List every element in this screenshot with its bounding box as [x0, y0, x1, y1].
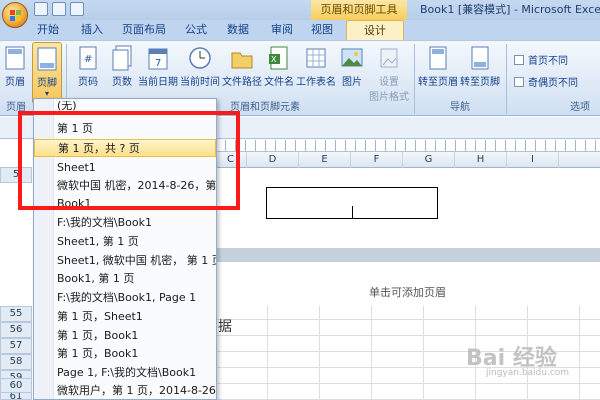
picture-button[interactable]: 图片: [336, 42, 368, 98]
menu-item[interactable]: 第 1 页，Book1: [34, 327, 216, 345]
menu-item[interactable]: F:\我的文档\Book1, Page 1: [34, 289, 216, 307]
menu-item[interactable]: 微软用户，第 1 页，2014-8-26: [34, 382, 216, 400]
sheet-name-button[interactable]: 工作表名: [296, 42, 336, 98]
row-header[interactable]: 57: [0, 338, 32, 354]
menu-item[interactable]: 第 1 页，Book1: [34, 345, 216, 363]
goto-footer-button[interactable]: 转至页脚: [460, 42, 500, 98]
group-label-navigation: 导航: [450, 102, 470, 113]
footer-icon: [37, 47, 57, 71]
group-label-options: 选项: [570, 102, 590, 113]
svg-text:X: X: [271, 55, 277, 64]
column-header[interactable]: F: [351, 152, 403, 168]
window-title: Book1 [兼容模式] - Microsoft Excel: [420, 3, 600, 16]
add-header-hint[interactable]: 单击可添加页眉: [215, 284, 600, 300]
save-icon[interactable]: [34, 2, 48, 16]
first-page-different-checkbox[interactable]: 首页不同: [514, 52, 596, 67]
folder-icon: [231, 52, 253, 69]
current-time-button[interactable]: 当前时间: [180, 42, 220, 98]
column-header[interactable]: E: [299, 152, 351, 168]
sheet-icon: [306, 48, 326, 68]
group-separator: [414, 44, 415, 114]
column-header[interactable]: I: [507, 152, 559, 168]
cell-text: 据: [218, 319, 232, 335]
red-highlight-frame: [18, 111, 240, 210]
header-button[interactable]: 页眉: [0, 42, 30, 98]
row-header[interactable]: 56: [0, 322, 32, 338]
page-count-button[interactable]: 页数: [106, 42, 138, 98]
baidu-watermark-url: jingyan.baidu.com: [486, 368, 570, 378]
tab-view[interactable]: 视图: [302, 20, 342, 40]
column-header[interactable]: G: [403, 152, 455, 168]
menu-item[interactable]: Sheet1, 微软中国 机密， 第 1 页: [34, 252, 216, 270]
format-picture-button[interactable]: 设置 图片格式: [368, 42, 410, 103]
horizontal-ruler: [215, 140, 600, 152]
tab-data[interactable]: 数据: [218, 20, 258, 40]
tab-design[interactable]: 设计: [346, 20, 404, 40]
tab-formulas[interactable]: 公式: [176, 20, 216, 40]
odd-even-different-checkbox[interactable]: 奇偶页不同: [514, 74, 596, 89]
office-button[interactable]: [2, 2, 28, 28]
menu-item[interactable]: 第 1 页，Sheet1: [34, 308, 216, 326]
goto-header-icon: [429, 46, 447, 70]
row-header[interactable]: 55: [0, 306, 32, 322]
office-logo-icon: [10, 10, 21, 21]
menu-item[interactable]: Page 1, F:\我的文档\Book1: [34, 364, 216, 382]
file-path-button[interactable]: 文件路径: [222, 42, 262, 98]
current-date-button[interactable]: 7 当前日期: [138, 42, 178, 98]
text-cursor: [352, 206, 353, 218]
redo-icon[interactable]: [70, 2, 84, 16]
checkbox-box[interactable]: [514, 77, 524, 87]
tab-page-layout[interactable]: 页面布局: [114, 20, 174, 40]
tab-insert[interactable]: 插入: [72, 20, 112, 40]
row-header[interactable]: 61: [0, 392, 32, 400]
column-header[interactable]: H: [455, 152, 507, 168]
svg-text:7: 7: [155, 58, 161, 69]
column-header[interactable]: D: [247, 152, 299, 168]
format-picture-icon: [380, 48, 398, 68]
footer-button[interactable]: 页脚 ▾: [32, 42, 62, 104]
goto-footer-icon: [471, 46, 489, 70]
tab-home[interactable]: 开始: [28, 20, 68, 40]
goto-header-button[interactable]: 转至页眉: [418, 42, 458, 98]
contextual-tab-group-title: 页眉和页脚工具: [311, 0, 407, 20]
file-name-button[interactable]: X 文件名: [262, 42, 296, 98]
menu-item[interactable]: Book1, 第 1 页: [34, 270, 216, 288]
header-icon: [5, 46, 25, 70]
dropdown-arrow-icon: ▾: [44, 89, 49, 98]
page-number-icon: #: [79, 46, 97, 70]
picture-icon: [341, 48, 363, 67]
checkbox-box[interactable]: [514, 55, 524, 65]
page-number-button[interactable]: # 页码: [72, 42, 104, 98]
group-separator: [506, 44, 507, 114]
undo-icon[interactable]: [52, 2, 66, 16]
row-header[interactable]: 58: [0, 354, 32, 370]
clock-icon: [189, 47, 211, 69]
tab-review[interactable]: 审阅: [262, 20, 302, 40]
menu-item[interactable]: F:\我的文档\Book1: [34, 214, 216, 232]
page-count-icon: [112, 45, 132, 71]
svg-text:#: #: [84, 54, 92, 65]
menu-item[interactable]: Sheet1, 第 1 页: [34, 233, 216, 251]
calendar-icon: 7: [148, 48, 168, 70]
page-gap: [215, 248, 600, 262]
excel-file-icon: X: [269, 46, 288, 70]
